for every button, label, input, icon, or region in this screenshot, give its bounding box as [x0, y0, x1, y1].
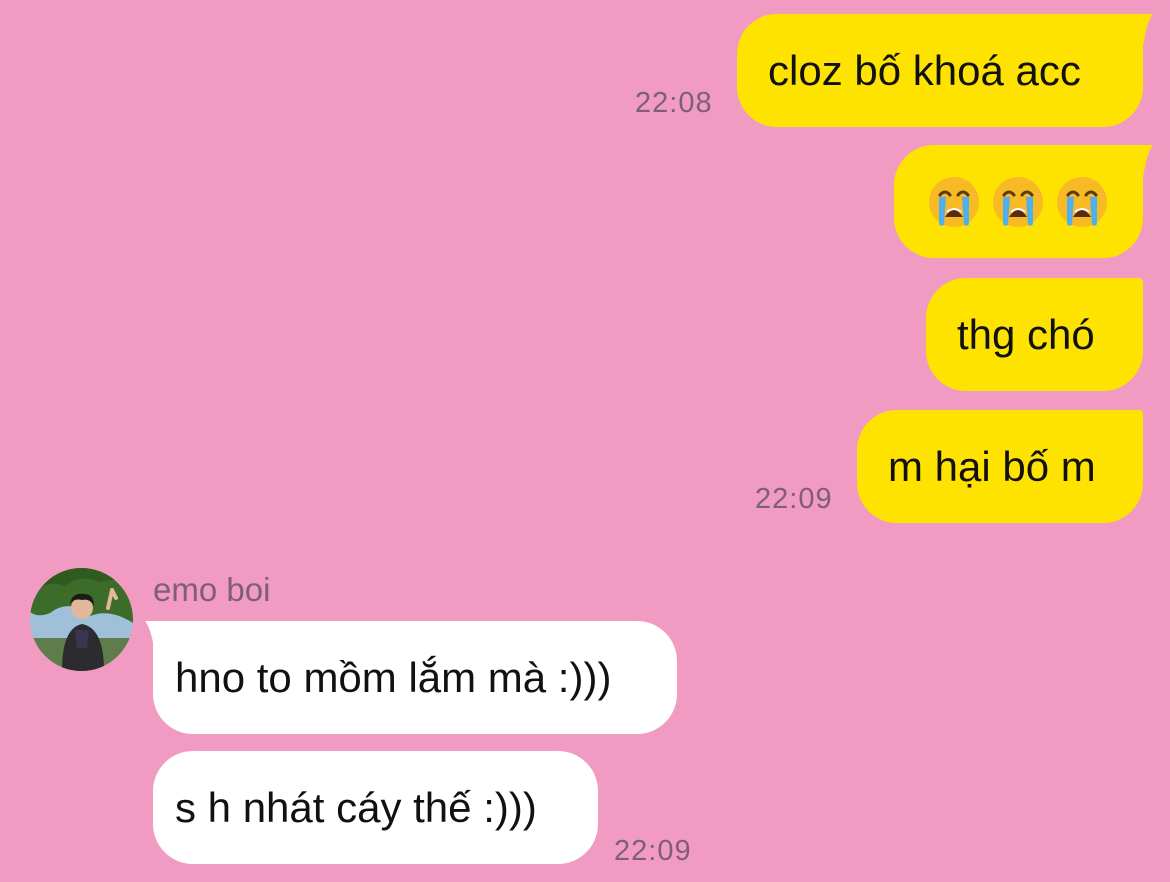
outgoing-message-bubble[interactable]: cloz bố khoá acc	[737, 14, 1143, 127]
message-text: thg chó	[957, 310, 1095, 358]
message-text: s h nhát cáy thế :)))	[175, 783, 537, 831]
loudly-crying-face-icon	[993, 176, 1043, 227]
outgoing-message-bubble[interactable]: m hại bố m	[857, 410, 1143, 523]
incoming-message-bubble[interactable]: hno to mồm lắm mà :)))	[153, 621, 677, 734]
outgoing-message-bubble[interactable]: thg chó	[926, 278, 1143, 391]
message-text: cloz bố khoá acc	[768, 46, 1081, 94]
loudly-crying-face-icon	[1057, 176, 1107, 227]
bubble-tail-icon	[1120, 145, 1153, 185]
bubble-tail-icon	[1120, 14, 1153, 54]
message-text: hno to mồm lắm mà :)))	[175, 653, 612, 701]
sender-name: emo boi	[153, 571, 271, 608]
avatar[interactable]	[30, 568, 133, 671]
outgoing-emoji-bubble[interactable]	[894, 145, 1143, 258]
message-text: m hại bố m	[888, 442, 1096, 490]
loudly-crying-face-icon	[929, 176, 979, 227]
emoji-row	[927, 175, 1109, 229]
message-timestamp: 22:09	[755, 483, 833, 515]
profile-photo-avatar-icon	[30, 568, 133, 671]
incoming-message-bubble[interactable]: s h nhát cáy thế :)))	[153, 751, 598, 864]
message-timestamp: 22:09	[614, 835, 692, 867]
message-timestamp: 22:08	[635, 87, 713, 119]
